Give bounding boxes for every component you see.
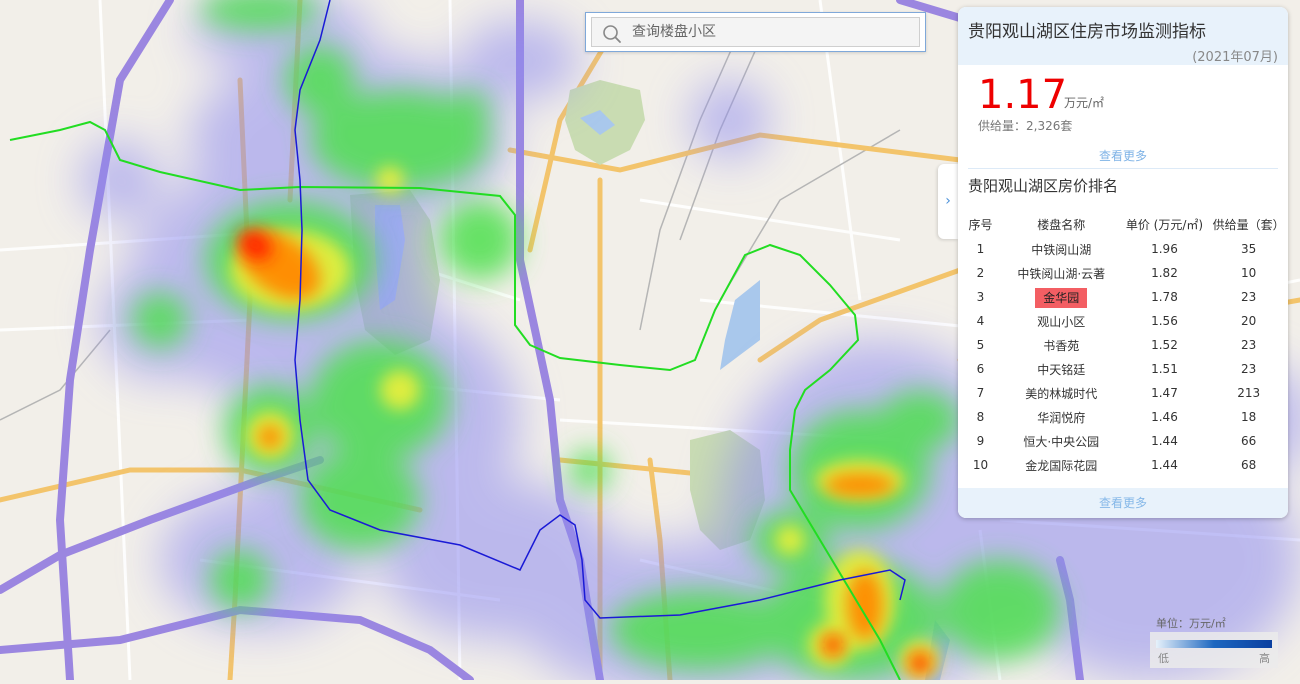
ranking-table-header: 序号 楼盘名称 单价 (万元/㎡) 供给量（套）: [958, 211, 1288, 237]
row-index: 3: [976, 290, 985, 304]
row-supply: 68: [1241, 458, 1257, 472]
table-row[interactable]: 2 中铁阅山湖·云著 1.82 10: [958, 261, 1288, 285]
table-row[interactable]: 9 恒大·中央公园 1.44 66: [958, 429, 1288, 453]
table-row[interactable]: 1 中铁阅山湖 1.96 35: [958, 237, 1288, 261]
row-index: 4: [976, 314, 985, 328]
row-estate-name: 中天铭廷: [1037, 362, 1086, 377]
row-estate-name: 华润悦府: [1037, 410, 1086, 425]
divider: [968, 168, 1278, 169]
row-supply: 23: [1241, 338, 1257, 352]
search-icon[interactable]: [602, 24, 622, 44]
search-input[interactable]: [632, 18, 913, 46]
row-estate-name: 书香苑: [1043, 338, 1080, 353]
price-unit: 万元/㎡: [1064, 96, 1105, 110]
row-supply: 23: [1241, 362, 1257, 376]
row-index: 10: [972, 458, 989, 472]
table-row[interactable]: 4 观山小区 1.56 20: [958, 309, 1288, 333]
table-row[interactable]: 10 金龙国际花园 1.44 68: [958, 453, 1288, 477]
header-index: 序号: [968, 217, 993, 232]
price-legend: 低 高: [1150, 632, 1278, 668]
header-price: 单价 (万元/㎡): [1125, 217, 1204, 232]
supply-row: 供给量：2,326套: [978, 117, 1072, 134]
row-supply: 66: [1241, 434, 1257, 448]
legend-low-label: 低: [1158, 652, 1169, 665]
row-unit-price: 1.52: [1151, 338, 1178, 352]
table-row[interactable]: 5 书香苑 1.52 23: [958, 333, 1288, 357]
view-more-link-ranking[interactable]: 查看更多: [958, 488, 1288, 518]
row-unit-price: 1.96: [1151, 242, 1178, 256]
table-row[interactable]: 7 美的林城时代 1.47 213: [958, 381, 1288, 405]
row-unit-price: 1.51: [1151, 362, 1178, 376]
row-estate-name: 恒大·中央公园: [1023, 434, 1100, 449]
legend-gradient-bar: [1156, 640, 1272, 648]
row-estate-name: 观山小区: [1037, 314, 1086, 329]
row-unit-price: 1.44: [1151, 458, 1178, 472]
legend-high-label: 高: [1259, 652, 1270, 665]
table-row[interactable]: 3 金华园 1.78 23: [958, 285, 1288, 309]
ranking-table: 序号 楼盘名称 单价 (万元/㎡) 供给量（套） 1 中铁阅山湖 1.96 35 2 中铁…: [958, 211, 1288, 477]
row-index: 1: [976, 242, 985, 256]
supply-value: 2,326套: [1026, 119, 1073, 133]
ranking-title: 贵阳观山湖区房价排名: [968, 177, 1119, 195]
row-estate-name: 金华园: [1003, 285, 1120, 309]
average-price-value: 1.17: [978, 72, 1068, 118]
panel-date: (2021年07月): [1192, 50, 1278, 65]
panel-title: 贵阳观山湖区住房市场监测指标: [968, 22, 1206, 42]
chevron-right-icon: ›: [945, 193, 951, 209]
row-unit-price: 1.56: [1151, 314, 1178, 328]
row-supply: 35: [1241, 242, 1257, 256]
table-row[interactable]: 8 华润悦府 1.46 18: [958, 405, 1288, 429]
row-unit-price: 1.82: [1151, 266, 1178, 280]
row-estate-name: 中铁阅山湖·云著: [1017, 266, 1106, 281]
highlighted-estate-name: 金华园: [1035, 287, 1088, 308]
row-unit-price: 1.47: [1151, 386, 1178, 400]
row-unit-price: 1.78: [1151, 290, 1178, 304]
row-index: 2: [976, 266, 985, 280]
row-supply: 10: [1241, 266, 1257, 280]
table-row[interactable]: 6 中天铭廷 1.51 23: [958, 357, 1288, 381]
header-supply: 供给量（套）: [1212, 217, 1285, 232]
row-index: 6: [976, 362, 985, 376]
row-index: 9: [976, 434, 985, 448]
supply-label: 供给量：: [978, 119, 1027, 133]
header-name: 楼盘名称: [1037, 217, 1086, 232]
search-field-container: [591, 17, 920, 47]
panel-header: 贵阳观山湖区住房市场监测指标 (2021年07月): [958, 7, 1288, 65]
row-index: 8: [976, 410, 985, 424]
market-panel: 贵阳观山湖区住房市场监测指标 (2021年07月) 1.17 万元/㎡ 供给量：…: [958, 7, 1288, 518]
legend-unit: 单位：万元/㎡: [1156, 617, 1226, 630]
row-supply: 18: [1241, 410, 1257, 424]
row-supply: 23: [1241, 290, 1257, 304]
row-unit-price: 1.44: [1151, 434, 1178, 448]
row-unit-price: 1.46: [1151, 410, 1178, 424]
row-estate-name: 金龙国际花园: [1025, 458, 1098, 473]
row-estate-name: 美的林城时代: [1025, 386, 1098, 401]
row-supply: 20: [1241, 314, 1257, 328]
row-index: 5: [976, 338, 985, 352]
view-more-link-summary[interactable]: 查看更多: [958, 147, 1288, 164]
search-box: [585, 12, 926, 52]
row-supply: 213: [1237, 386, 1261, 400]
row-index: 7: [976, 386, 985, 400]
row-estate-name: 中铁阅山湖: [1031, 242, 1092, 257]
collapse-panel-button[interactable]: ›: [938, 164, 958, 239]
